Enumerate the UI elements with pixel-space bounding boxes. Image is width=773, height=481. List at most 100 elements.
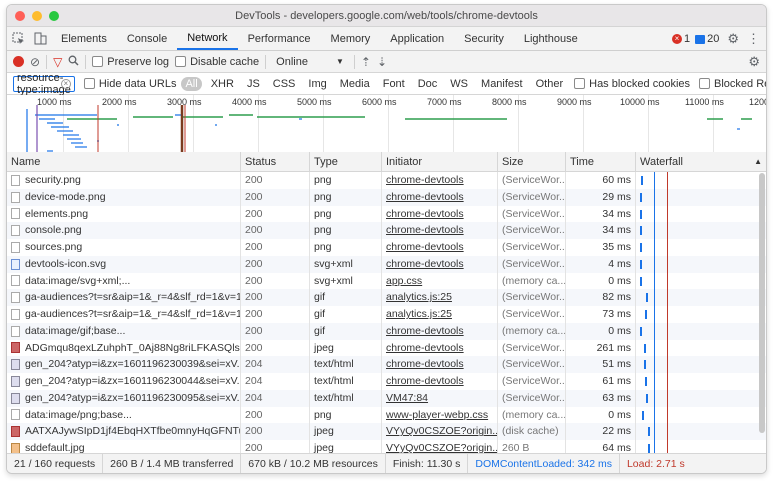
type-filter-img[interactable]: Img bbox=[304, 77, 330, 91]
table-row[interactable]: gen_204?atyp=i&zx=1601196230039&sei=xV..… bbox=[7, 356, 766, 373]
initiator-link[interactable]: chrome-devtools bbox=[386, 258, 464, 270]
table-row[interactable]: data:image/svg+xml;... 200 svg+xml app.css (… bbox=[7, 272, 766, 290]
type-filter-font[interactable]: Font bbox=[379, 77, 409, 91]
type-filter-other[interactable]: Other bbox=[532, 77, 568, 91]
request-name: AATXAJywSIpD1jf4EbqHXTfbe0mnyHqGFNTu... bbox=[25, 425, 241, 438]
initiator-link[interactable]: app.css bbox=[386, 275, 422, 287]
initiator-link[interactable]: chrome-devtools bbox=[386, 241, 464, 253]
photo-thumbnail-icon bbox=[11, 426, 20, 438]
disable-cache-checkbox[interactable]: Disable cache bbox=[175, 56, 259, 68]
scrollbar-thumb[interactable] bbox=[759, 173, 765, 433]
export-har-icon[interactable]: ⇣ bbox=[377, 55, 387, 69]
column-time-header[interactable]: Time bbox=[566, 152, 636, 171]
device-toolbar-icon[interactable] bbox=[29, 27, 51, 50]
initiator-link[interactable]: VYyQv0CSZOE?origin... bbox=[386, 425, 497, 437]
checkbox-box[interactable] bbox=[83, 78, 95, 89]
type-filter-manifest[interactable]: Manifest bbox=[477, 77, 527, 91]
type-filter-xhr[interactable]: XHR bbox=[207, 77, 238, 91]
column-waterfall-header[interactable]: Waterfall ▲ bbox=[636, 152, 766, 171]
initiator-link[interactable]: chrome-devtools bbox=[386, 174, 464, 186]
close-window-button[interactable] bbox=[15, 11, 25, 21]
checkbox-box[interactable] bbox=[92, 56, 104, 67]
throttling-select[interactable]: Online ▼ bbox=[272, 56, 348, 68]
type-filter-media[interactable]: Media bbox=[336, 77, 374, 91]
initiator-link[interactable]: chrome-devtools bbox=[386, 191, 464, 203]
column-name-header[interactable]: Name bbox=[7, 152, 241, 171]
cell-type: jpeg bbox=[310, 339, 382, 357]
load-line bbox=[667, 423, 668, 440]
table-row[interactable]: data:image/png;base... 200 png www-player-w… bbox=[7, 406, 766, 424]
column-status-header[interactable]: Status bbox=[241, 152, 310, 171]
column-type-header[interactable]: Type bbox=[310, 152, 382, 171]
tab-elements[interactable]: Elements bbox=[51, 27, 117, 50]
cell-type: gif bbox=[310, 322, 382, 340]
checkbox-box[interactable] bbox=[574, 78, 586, 89]
initiator-link[interactable]: chrome-devtools bbox=[386, 208, 464, 220]
tab-security[interactable]: Security bbox=[454, 27, 514, 50]
initiator-link[interactable]: analytics.js:25 bbox=[386, 291, 452, 303]
tab-memory[interactable]: Memory bbox=[321, 27, 381, 50]
gear-icon[interactable]: ⚙ bbox=[727, 31, 739, 47]
type-filter-ws[interactable]: WS bbox=[446, 77, 472, 91]
clear-filter-icon[interactable]: × bbox=[60, 78, 71, 89]
table-row[interactable]: console.png 200 png chrome-devtools (Service… bbox=[7, 222, 766, 239]
cell-name: AATXAJywSIpD1jf4EbqHXTfbe0mnyHqGFNTu... bbox=[7, 423, 241, 440]
table-row[interactable]: ga-audiences?t=sr&aip=1&_r=4&slf_rd=1&v=… bbox=[7, 289, 766, 306]
more-options-icon[interactable]: ⋮ bbox=[747, 31, 760, 47]
table-row[interactable]: gen_204?atyp=i&zx=1601196230044&sei=xV..… bbox=[7, 373, 766, 390]
has-blocked-cookies-checkbox[interactable]: Has blocked cookies bbox=[574, 78, 690, 90]
column-size-header[interactable]: Size bbox=[498, 152, 566, 171]
table-row[interactable]: security.png 200 png chrome-devtools (Servic… bbox=[7, 172, 766, 189]
blocked-requests-checkbox[interactable]: Blocked Requests bbox=[699, 78, 766, 90]
table-row[interactable]: sources.png 200 png chrome-devtools (Service… bbox=[7, 239, 766, 256]
tab-network[interactable]: Network bbox=[177, 27, 238, 50]
cell-size: (ServiceWor... bbox=[498, 373, 566, 390]
load-line bbox=[667, 255, 668, 273]
inspect-element-icon[interactable] bbox=[7, 27, 29, 50]
table-row[interactable]: ga-audiences?t=sr&aip=1&_r=4&slf_rd=1&v=… bbox=[7, 306, 766, 323]
initiator-link[interactable]: VM47:84 bbox=[386, 392, 428, 404]
maximize-window-button[interactable] bbox=[49, 11, 59, 21]
filter-icon[interactable]: ▽ bbox=[53, 55, 62, 69]
search-icon[interactable] bbox=[68, 55, 79, 69]
minimize-window-button[interactable] bbox=[32, 11, 42, 21]
tab-console[interactable]: Console bbox=[117, 27, 177, 50]
tab-application[interactable]: Application bbox=[380, 27, 454, 50]
record-button[interactable] bbox=[13, 56, 24, 67]
network-settings-gear-icon[interactable]: ⚙ bbox=[748, 54, 760, 70]
column-initiator-header[interactable]: Initiator bbox=[382, 152, 498, 171]
table-row[interactable]: gen_204?atyp=i&zx=1601196230095&sei=xV..… bbox=[7, 389, 766, 407]
initiator-link[interactable]: www-player-webp.css bbox=[386, 409, 488, 421]
hide-data-urls-checkbox[interactable]: Hide data URLs bbox=[83, 78, 176, 90]
preserve-log-checkbox[interactable]: Preserve log bbox=[92, 56, 169, 68]
clear-icon[interactable]: ⊘ bbox=[30, 55, 40, 69]
table-row[interactable]: device-mode.png 200 png chrome-devtools (Ser… bbox=[7, 188, 766, 206]
type-filter-all[interactable]: All bbox=[181, 76, 202, 91]
initiator-link[interactable]: analytics.js:25 bbox=[386, 308, 452, 320]
issues-counter[interactable]: × 1 20 bbox=[671, 33, 719, 45]
table-row[interactable]: data:image/gif;base... 200 gif chrome-devto… bbox=[7, 322, 766, 340]
type-filter-doc[interactable]: Doc bbox=[414, 77, 442, 91]
load-line bbox=[667, 289, 668, 306]
checkbox-box[interactable] bbox=[699, 78, 711, 89]
initiator-link[interactable]: chrome-devtools bbox=[386, 375, 464, 387]
type-filter-css[interactable]: CSS bbox=[269, 77, 300, 91]
tab-performance[interactable]: Performance bbox=[238, 27, 321, 50]
table-row[interactable]: devtools-icon.svg 200 svg+xml chrome-devtoo… bbox=[7, 255, 766, 273]
waterfall-bar bbox=[645, 377, 647, 386]
table-row[interactable]: elements.png 200 png chrome-devtools (Servic… bbox=[7, 205, 766, 223]
cell-waterfall bbox=[636, 222, 766, 239]
initiator-link[interactable]: chrome-devtools bbox=[386, 325, 464, 337]
filter-input[interactable]: resource-type:image × bbox=[13, 72, 75, 96]
window-title: DevTools - developers.google.com/web/too… bbox=[235, 10, 538, 22]
table-row[interactable]: AATXAJywSIpD1jf4EbqHXTfbe0mnyHqGFNTu... 2… bbox=[7, 423, 766, 440]
cell-size: (memory ca... bbox=[498, 272, 566, 290]
import-har-icon[interactable]: ⇡ bbox=[361, 55, 371, 69]
initiator-link[interactable]: chrome-devtools bbox=[386, 358, 464, 370]
checkbox-box[interactable] bbox=[175, 56, 187, 67]
table-row[interactable]: ADGmqu8qexLZuhphT_0Aj88Ng8riLFKASQlsIt..… bbox=[7, 339, 766, 357]
initiator-link[interactable]: chrome-devtools bbox=[386, 224, 464, 236]
initiator-link[interactable]: chrome-devtools bbox=[386, 342, 464, 354]
tab-lighthouse[interactable]: Lighthouse bbox=[514, 27, 588, 50]
type-filter-js[interactable]: JS bbox=[243, 77, 264, 91]
